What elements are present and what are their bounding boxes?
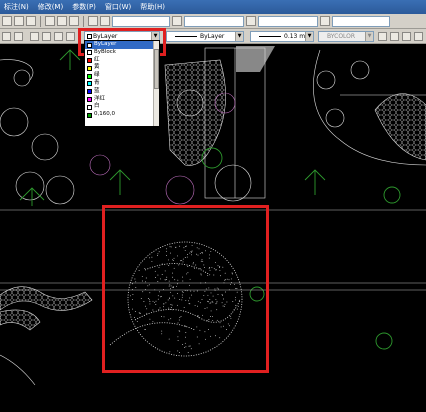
chevron-down-icon[interactable]: ▼ — [235, 32, 243, 41]
color-swatch — [87, 50, 92, 56]
tool-icon[interactable] — [57, 16, 67, 26]
tool-icon[interactable] — [69, 16, 79, 26]
color-swatch — [87, 81, 92, 87]
color-swatch — [87, 89, 92, 95]
color-option-label: 红 — [94, 56, 100, 63]
tool-icon[interactable] — [14, 16, 24, 26]
linetype-preview — [175, 36, 197, 37]
menu-bar: 标注(N) 修改(M) 参数(P) 窗口(W) 帮助(H) — [0, 0, 426, 14]
dropdown-scrollbar[interactable] — [153, 41, 159, 126]
chevron-down-icon[interactable]: ▼ — [365, 32, 373, 41]
text-style-icon[interactable] — [100, 16, 110, 26]
tool-icon[interactable] — [2, 16, 12, 26]
plotstyle-combo[interactable]: BYCOLOR ▼ — [318, 31, 374, 42]
tool-icon[interactable] — [414, 32, 423, 41]
layer-icon[interactable] — [2, 32, 11, 41]
color-option-label: 0,160,0 — [94, 111, 115, 118]
lineweight-combo[interactable]: 0.13 mm ▼ — [250, 31, 314, 42]
layer-state-icon[interactable] — [42, 32, 51, 41]
dim-style-combo[interactable] — [184, 15, 244, 27]
color-swatch — [87, 42, 92, 48]
table-style-icon[interactable] — [246, 16, 256, 26]
color-option-label: 青 — [94, 79, 100, 86]
color-option[interactable]: 绿 — [85, 72, 159, 80]
chevron-down-icon[interactable]: ▼ — [305, 32, 313, 41]
menu-window[interactable]: 窗口(W) — [105, 2, 131, 12]
color-option-label: 蓝 — [94, 87, 100, 94]
menu-help[interactable]: 帮助(H) — [140, 2, 165, 12]
layer-state-icon[interactable] — [54, 32, 63, 41]
color-option-label: ByLayer — [94, 41, 117, 47]
highlight-box-circular-feature — [102, 205, 269, 373]
tool-icon[interactable] — [45, 16, 55, 26]
color-option[interactable]: 白 — [85, 103, 159, 111]
help-icon[interactable] — [88, 16, 98, 26]
color-option-label: 白 — [94, 103, 100, 110]
plotstyle-combo-value: BYCOLOR — [327, 33, 356, 40]
menu-parametric[interactable]: 参数(P) — [72, 2, 96, 12]
color-option[interactable]: ByBlock — [85, 49, 159, 57]
tool-icon[interactable] — [402, 32, 411, 41]
standard-toolbar — [0, 14, 426, 29]
text-style-combo[interactable] — [112, 15, 170, 27]
tool-icon[interactable] — [378, 32, 387, 41]
tool-icon[interactable] — [26, 16, 36, 26]
color-dropdown-list[interactable]: ByLayer ByBlock 红黄绿青蓝洋红白 0,160,0 — [84, 40, 160, 127]
layer-state-icon[interactable] — [30, 32, 39, 41]
dim-style-icon[interactable] — [172, 16, 182, 26]
color-option[interactable]: 蓝 — [85, 88, 159, 96]
color-swatch — [87, 73, 92, 79]
color-swatch — [87, 104, 92, 110]
menu-modify[interactable]: 修改(M) — [38, 2, 64, 12]
toolbar-separator — [83, 15, 84, 27]
color-option-label: 黄 — [94, 64, 100, 71]
color-swatch — [87, 112, 92, 118]
linetype-combo-value: ByLayer — [200, 33, 225, 40]
layer-icon[interactable] — [14, 32, 23, 41]
color-option-label: 洋红 — [94, 95, 106, 102]
linetype-combo[interactable]: ByLayer ▼ — [166, 31, 244, 42]
color-swatch — [87, 58, 92, 64]
color-option[interactable]: ByLayer — [85, 41, 159, 49]
toolbar-separator — [40, 15, 41, 27]
color-option[interactable]: 0,160,0 — [85, 111, 159, 119]
color-option[interactable]: 青 — [85, 80, 159, 88]
color-swatch — [87, 97, 92, 103]
tool-icon[interactable] — [390, 32, 399, 41]
color-option-label: ByBlock — [94, 48, 116, 55]
layer-state-icon[interactable] — [66, 32, 75, 41]
multileader-style-combo[interactable] — [332, 15, 390, 27]
scrollbar-thumb[interactable] — [154, 49, 159, 89]
color-swatch — [87, 65, 92, 71]
multileader-style-icon[interactable] — [320, 16, 330, 26]
properties-toolbar: ByLayer ▼ ByLayer ▼ 0.13 mm ▼ BYCOLOR ▼ — [0, 29, 426, 44]
color-option-label: 绿 — [94, 72, 100, 79]
menu-dimension[interactable]: 标注(N) — [4, 2, 29, 12]
lineweight-preview — [259, 36, 281, 37]
table-style-combo[interactable] — [258, 15, 318, 27]
